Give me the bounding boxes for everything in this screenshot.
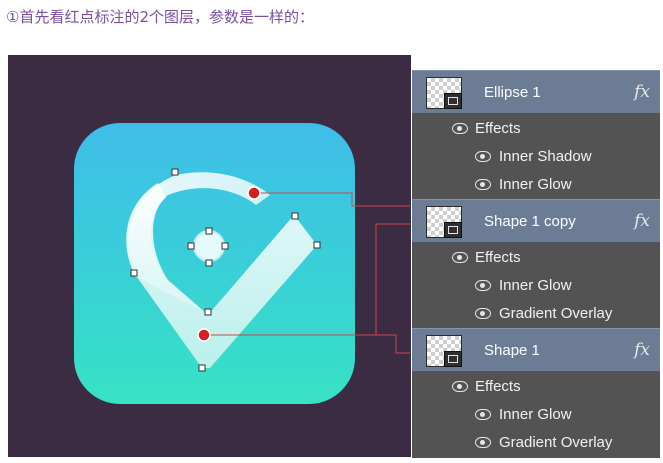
effects-group-row[interactable]: Effects: [412, 372, 660, 400]
effect-label: Inner Glow: [499, 405, 572, 423]
eye-icon[interactable]: [475, 151, 491, 162]
eye-icon[interactable]: [452, 123, 468, 134]
anchor-handle[interactable]: [130, 269, 138, 277]
effect-label: Inner Shadow: [499, 147, 592, 165]
anchor-handle[interactable]: [204, 308, 212, 316]
anchor-handle[interactable]: [291, 212, 299, 220]
anchor-handle[interactable]: [221, 242, 229, 250]
fx-icon[interactable]: fx: [634, 82, 650, 102]
icon-artwork: [126, 168, 321, 372]
effects-group-row[interactable]: Effects: [412, 114, 660, 142]
effect-label: Gradient Overlay: [499, 433, 613, 451]
eye-icon[interactable]: [475, 280, 491, 291]
effect-row-inner-shadow[interactable]: Inner Shadow: [412, 142, 660, 170]
layer-name: Ellipse 1: [484, 83, 541, 101]
layer-row-shape-1-copy[interactable]: Shape 1 copy fx: [412, 199, 660, 243]
effect-row-gradient-overlay[interactable]: Gradient Overlay: [412, 428, 660, 456]
transparency-thumbnail-icon: [426, 335, 462, 367]
eye-icon[interactable]: [475, 179, 491, 190]
layer-row-ellipse-1[interactable]: Ellipse 1 fx: [412, 70, 660, 114]
vector-mask-icon: [444, 351, 462, 367]
transparency-thumbnail-icon: [426, 77, 462, 109]
effect-label: Inner Glow: [499, 276, 572, 294]
effects-label: Effects: [475, 119, 521, 137]
effect-row-inner-glow[interactable]: Inner Glow: [412, 400, 660, 428]
eye-icon[interactable]: [475, 308, 491, 319]
eye-icon[interactable]: [452, 381, 468, 392]
effect-row-gradient-overlay[interactable]: Gradient Overlay: [412, 299, 660, 327]
fx-icon[interactable]: fx: [634, 340, 650, 360]
anchor-handle[interactable]: [187, 242, 195, 250]
layer-name: Shape 1: [484, 341, 540, 359]
eye-icon[interactable]: [475, 409, 491, 420]
anchor-handle[interactable]: [205, 259, 213, 267]
vector-mask-icon: [444, 93, 462, 109]
fx-icon[interactable]: fx: [634, 211, 650, 231]
shape-1-pin[interactable]: [126, 183, 317, 368]
anchor-handle[interactable]: [198, 364, 206, 372]
eye-icon[interactable]: [452, 252, 468, 263]
effect-label: Inner Glow: [499, 175, 572, 193]
anchor-handle[interactable]: [313, 241, 321, 249]
effects-label: Effects: [475, 377, 521, 395]
transparency-thumbnail-icon: [426, 206, 462, 238]
layer-name: Shape 1 copy: [484, 212, 576, 230]
layers-panel: Ellipse 1 fx Effects Inner Shadow Inner …: [412, 70, 660, 458]
caption-text: ①首先看红点标注的2个图层，参数是一样的：: [6, 8, 314, 26]
effect-row-inner-glow[interactable]: Inner Glow: [412, 170, 660, 198]
anchor-handle[interactable]: [171, 168, 179, 176]
design-canvas[interactable]: [8, 55, 411, 457]
anchor-handle[interactable]: [205, 227, 213, 235]
effects-group-row[interactable]: Effects: [412, 243, 660, 271]
layer-row-shape-1[interactable]: Shape 1 fx: [412, 328, 660, 372]
effect-row-inner-glow[interactable]: Inner Glow: [412, 271, 660, 299]
vector-mask-icon: [444, 222, 462, 238]
ellipse-1[interactable]: [193, 230, 225, 262]
effect-label: Gradient Overlay: [499, 304, 613, 322]
effects-label: Effects: [475, 248, 521, 266]
eye-icon[interactable]: [475, 437, 491, 448]
